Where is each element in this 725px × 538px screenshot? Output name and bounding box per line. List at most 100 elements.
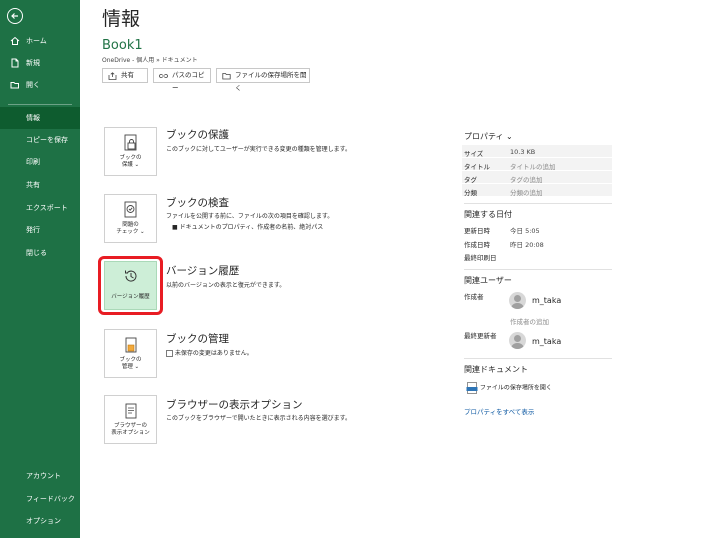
sidebar-item-label: オプション [26, 517, 61, 525]
sidebar-item-label: ホーム [26, 37, 47, 45]
add-author-link[interactable]: 作成者の追加 [510, 316, 549, 326]
check-issues-button[interactable]: 問題の チェック ⌄ [104, 194, 157, 243]
prop-size-label: サイズ [464, 150, 484, 158]
version-history-button[interactable]: バージョン履歴 [104, 261, 157, 310]
open-file-location-link[interactable]: ファイルの保存場所を開く [466, 382, 552, 394]
sidebar-item-new[interactable]: 新規 [0, 52, 80, 74]
new-file-icon [11, 58, 19, 68]
prop-tags-input[interactable]: タグの追加 [510, 174, 543, 184]
sidebar-item-print[interactable]: 印刷 [0, 151, 80, 173]
sidebar-item-label: 新規 [26, 59, 40, 67]
page-title: 情報 [102, 8, 141, 30]
browser-tile-label-2: 表示オプション [111, 430, 150, 436]
protect-title: ブックの保護 [166, 129, 229, 141]
related-documents-header: 関連ドキュメント [464, 365, 528, 374]
version-tile-label: バージョン履歴 [111, 294, 150, 300]
sidebar-item-label: 印刷 [26, 158, 40, 166]
sidebar-item-options[interactable]: オプション [0, 510, 80, 532]
workbook-name: Book1 [102, 38, 143, 53]
avatar [509, 292, 526, 309]
sidebar-item-info[interactable]: 情報 [0, 107, 80, 129]
divider [464, 203, 612, 204]
open-file-location-text: ファイルの保存場所を開く [479, 384, 552, 392]
back-arrow-icon [11, 13, 18, 19]
document-icon [166, 350, 173, 357]
open-location-button[interactable]: ファイルの保存場所を開く [216, 68, 310, 92]
manage-workbook-button[interactable]: ブックの 管理 ⌄ [104, 329, 157, 378]
sidebar-item-label: 発行 [26, 226, 40, 234]
sidebar-item-home[interactable]: ホーム [0, 30, 80, 52]
sidebar-item-share[interactable]: 共有 [0, 174, 80, 196]
created-label: 作成日時 [464, 241, 490, 249]
home-icon [10, 36, 20, 45]
sidebar-item-label: エクスポート [26, 204, 68, 212]
inspect-bullet: ■ ドキュメントのプロパティ、作成者の名前、絶対パス [172, 224, 324, 231]
show-all-properties-link[interactable]: プロパティをすべて表示 [464, 406, 534, 416]
lock-icon [124, 134, 137, 151]
related-dates-header: 関連する日付 [464, 210, 512, 219]
manage-description-text: 未保存の変更はありません。 [174, 350, 253, 357]
inspect-bullet-text: ドキュメントのプロパティ、作成者の名前、絶対パス [179, 224, 324, 231]
sidebar-item-open[interactable]: 開く [0, 74, 80, 96]
author-label: 作成者 [464, 293, 484, 301]
inspect-tile-label-2: チェック ⌄ [116, 229, 145, 235]
browser-title: ブラウザーの表示オプション [166, 399, 303, 411]
sidebar-item-label: 情報 [26, 114, 40, 122]
sidebar-item-label: 閉じる [26, 249, 47, 257]
manage-tile-label: ブックの [119, 357, 142, 363]
copy-path-button[interactable]: パスのコピー [153, 68, 211, 92]
browser-options-icon [125, 403, 137, 419]
sidebar-item-publish[interactable]: 発行 [0, 219, 80, 241]
manage-tile-label-2: 管理 ⌄ [121, 364, 140, 370]
browser-tile-label: ブラウザーの [113, 423, 147, 429]
author-name[interactable]: m_taka [532, 296, 561, 305]
created-value: 昨日 20:08 [510, 241, 544, 249]
protect-description: このブックに対してユーザーが実行できる変更の種類を管理します。 [166, 146, 351, 153]
related-people-header: 関連ユーザー [464, 276, 512, 285]
browser-description: このブックをブラウザーで開いたときに表示される内容を選びます。 [166, 415, 352, 422]
workbook-path: OneDrive - 個人用 » ドキュメント [102, 57, 198, 64]
sidebar-item-account[interactable]: アカウント [0, 465, 80, 487]
modified-value: 今日 5:05 [510, 227, 540, 235]
prop-title-label: タイトル [464, 163, 490, 171]
sidebar-item-close[interactable]: 閉じる [0, 242, 80, 264]
last-modified-by-name[interactable]: m_taka [532, 337, 561, 346]
sidebar-item-export[interactable]: エクスポート [0, 197, 80, 219]
back-button[interactable] [7, 8, 23, 24]
inspect-tile-label: 問題の [122, 222, 139, 228]
folder-icon [222, 73, 231, 80]
manage-description: 未保存の変更はありません。 [166, 348, 253, 357]
manage-title: ブックの管理 [166, 333, 229, 345]
sidebar-item-label: 開く [26, 81, 40, 89]
prop-category-input[interactable]: 分類の追加 [510, 187, 543, 197]
inspect-title: ブックの検査 [166, 197, 229, 209]
protect-workbook-button[interactable]: ブックの 保護 ⌄ [104, 127, 157, 176]
sidebar-item-save-copy[interactable]: コピーを保存 [0, 129, 80, 151]
open-location-label: ファイルの保存場所を開く [235, 71, 307, 92]
prop-tags-label: タグ [464, 176, 477, 184]
divider [464, 269, 612, 270]
sidebar-item-label: アカウント [26, 472, 61, 480]
prop-title-input[interactable]: タイトルの追加 [510, 161, 556, 171]
share-button-label: 共有 [121, 71, 134, 79]
html-file-icon [466, 382, 478, 394]
link-icon [159, 74, 168, 78]
sidebar-item-label: 共有 [26, 181, 40, 189]
history-icon [125, 270, 137, 282]
share-button[interactable]: 共有 [102, 68, 148, 83]
protect-tile-label-2: 保護 ⌄ [121, 162, 140, 168]
manage-workbook-icon [125, 337, 137, 353]
sidebar-divider [8, 104, 72, 105]
folder-open-icon [10, 82, 19, 89]
sidebar-item-feedback[interactable]: フィードバック [0, 488, 80, 510]
copy-path-label: パスのコピー [172, 71, 205, 92]
inspect-document-icon [124, 201, 137, 218]
properties-header[interactable]: プロパティ ⌄ [464, 131, 513, 142]
version-history-description: 以前のバージョンの表示と復元ができます。 [166, 282, 286, 289]
last-printed-label: 最終印刷日 [464, 254, 497, 262]
divider [464, 358, 612, 359]
inspect-description: ファイルを公開する前に、ファイルの次の項目を確認します。 [166, 213, 334, 220]
avatar [509, 332, 526, 349]
browser-view-options-button[interactable]: ブラウザーの 表示オプション [104, 395, 157, 444]
version-history-title: バージョン履歴 [166, 265, 240, 277]
